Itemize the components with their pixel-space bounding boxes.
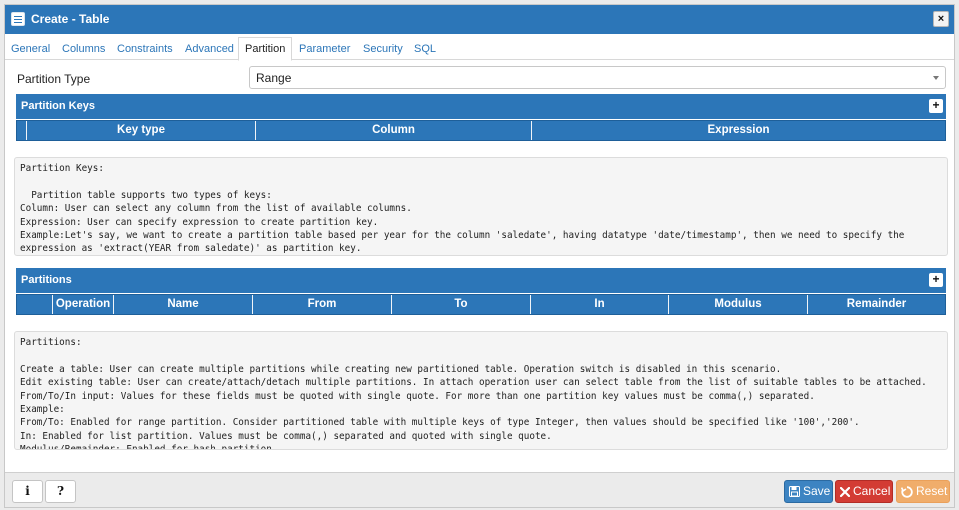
column-header-operation[interactable]: Operation bbox=[52, 295, 113, 314]
partition-type-label: Partition Type bbox=[17, 72, 91, 86]
recycle-icon bbox=[901, 486, 913, 498]
column-header-to[interactable]: To bbox=[391, 295, 530, 314]
partition-keys-title: Partition Keys bbox=[21, 100, 95, 112]
tab-partition[interactable]: Partition bbox=[238, 37, 293, 61]
chevron-down-icon bbox=[933, 76, 939, 80]
close-button[interactable]: × bbox=[933, 11, 949, 27]
add-partition-button[interactable]: + bbox=[929, 273, 943, 287]
dialog-title: Create - Table bbox=[31, 12, 110, 26]
column-header-remainder[interactable]: Remainder bbox=[807, 295, 945, 314]
reset-button[interactable]: Reset bbox=[896, 480, 950, 503]
column-header-in[interactable]: In bbox=[530, 295, 668, 314]
help-button[interactable]: ? bbox=[45, 480, 76, 503]
tab-columns[interactable]: Columns bbox=[62, 43, 105, 55]
row-handle-column bbox=[17, 295, 52, 314]
info-button[interactable]: i bbox=[12, 480, 43, 503]
tab-security[interactable]: Security bbox=[363, 43, 403, 55]
column-header-modulus[interactable]: Modulus bbox=[668, 295, 807, 314]
row-handle-column bbox=[17, 121, 26, 140]
partition-keys-grid-header: Key type Column Expression bbox=[16, 120, 946, 141]
partitions-header: Partitions + bbox=[16, 268, 946, 293]
partitions-title: Partitions bbox=[21, 274, 72, 286]
save-icon bbox=[789, 486, 800, 498]
column-header-name[interactable]: Name bbox=[113, 295, 252, 314]
create-table-dialog: Create - Table × General Columns Constra… bbox=[4, 4, 955, 508]
column-header-column[interactable]: Column bbox=[255, 121, 531, 140]
cancel-button[interactable]: Cancel bbox=[835, 480, 893, 503]
tab-advanced[interactable]: Advanced bbox=[185, 43, 234, 55]
partition-keys-help: Partition Keys: Partition table supports… bbox=[14, 157, 948, 256]
column-header-key-type[interactable]: Key type bbox=[26, 121, 255, 140]
close-icon bbox=[840, 486, 850, 497]
tab-bar: General Columns Constraints Advanced Par… bbox=[5, 37, 954, 61]
save-button[interactable]: Save bbox=[784, 480, 833, 503]
partition-type-value: Range bbox=[256, 71, 292, 85]
cancel-label: Cancel bbox=[853, 484, 891, 498]
dialog-titlebar[interactable]: Create - Table × bbox=[5, 5, 954, 34]
partition-type-select[interactable]: Range bbox=[249, 66, 946, 89]
tab-parameter[interactable]: Parameter bbox=[299, 43, 350, 55]
partition-keys-header: Partition Keys + bbox=[16, 94, 946, 119]
column-header-from[interactable]: From bbox=[252, 295, 391, 314]
table-icon bbox=[11, 12, 25, 26]
add-partition-key-button[interactable]: + bbox=[929, 99, 943, 113]
partitions-help: Partitions: Create a table: User can cre… bbox=[14, 331, 948, 450]
dialog-footer: i ? Save Cancel Reset bbox=[5, 472, 954, 507]
partitions-grid-header: Operation Name From To In Modulus Remain… bbox=[16, 294, 946, 315]
save-label: Save bbox=[803, 484, 831, 498]
reset-label: Reset bbox=[916, 484, 948, 498]
tab-constraints[interactable]: Constraints bbox=[117, 43, 173, 55]
tab-sql[interactable]: SQL bbox=[414, 43, 436, 55]
tab-general[interactable]: General bbox=[11, 43, 50, 55]
column-header-expression[interactable]: Expression bbox=[531, 121, 945, 140]
